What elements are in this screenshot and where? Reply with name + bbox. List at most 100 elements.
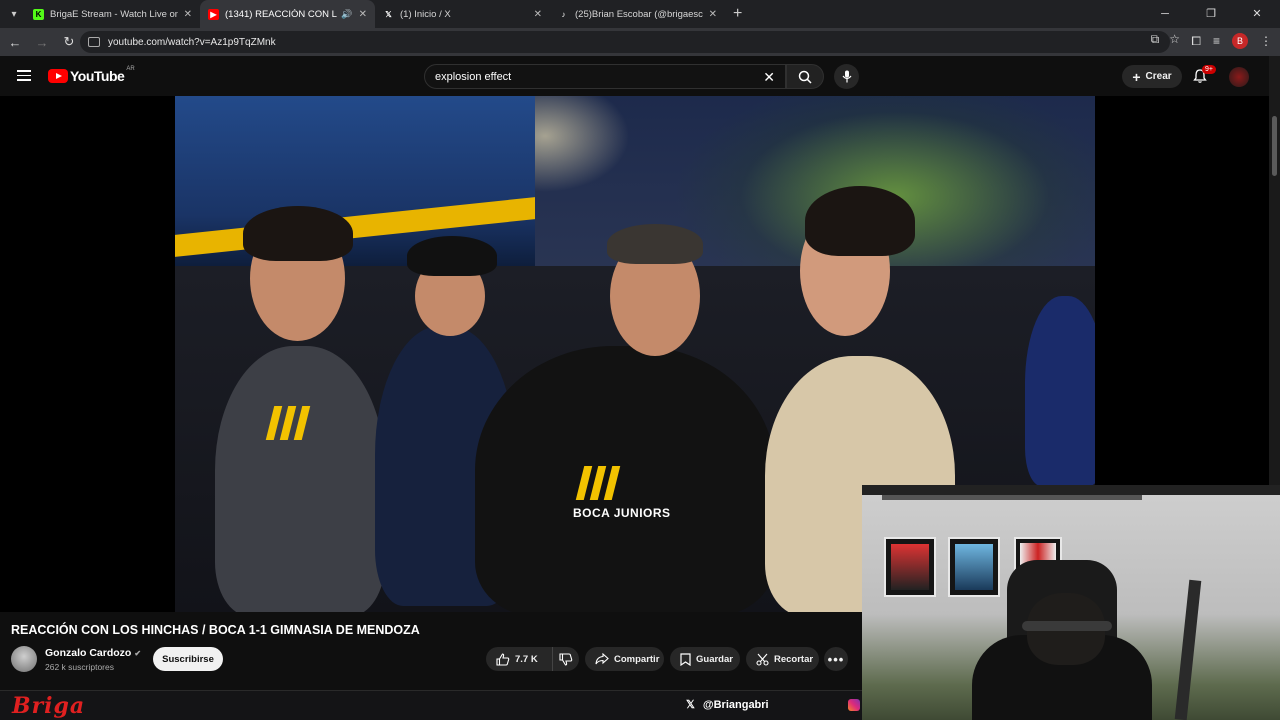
guitar: [1174, 579, 1202, 720]
more-dots-icon: •••: [827, 651, 845, 667]
voice-search-button[interactable]: [834, 64, 859, 89]
webcam-top-edge: [862, 485, 1280, 495]
x-icon: 𝕏: [385, 9, 392, 19]
browser-menu-icon[interactable]: ⋮: [1260, 34, 1272, 48]
x-logo-icon: 𝕏: [686, 699, 695, 711]
close-window-icon[interactable]: ✕: [1234, 0, 1280, 28]
briga-logo: Briga: [12, 693, 86, 719]
shirt-stripes: [575, 466, 621, 500]
wall-poster-1: [884, 537, 936, 597]
search-icon: [798, 70, 812, 84]
tab-title: (1341) REACCIÓN CON LOS: [225, 8, 337, 20]
clear-search-icon[interactable]: ✕: [763, 69, 775, 86]
share-label: Compartir: [614, 653, 660, 665]
save-label: Guardar: [696, 653, 733, 665]
wall-poster-2: [948, 537, 1000, 597]
search-button[interactable]: [786, 64, 824, 89]
webcam-overlay: [862, 485, 1280, 720]
dislike-button[interactable]: [552, 647, 579, 671]
account-avatar[interactable]: [1229, 67, 1249, 87]
plus-icon: +: [1132, 68, 1141, 85]
reload-icon[interactable]: ↻: [57, 34, 81, 50]
person-hair: [243, 206, 353, 261]
thumbs-down-icon: [559, 652, 573, 666]
tab-title: BrigaE Stream - Watch Live on: [50, 8, 178, 20]
address-bar-row: ← → ↻ youtube.com/watch?v=Az1p9TqZMnk ⧉ …: [0, 28, 1280, 56]
like-button[interactable]: 7.7 K: [486, 647, 552, 671]
share-icon: [595, 653, 609, 665]
back-icon[interactable]: ←: [3, 35, 27, 50]
close-tab-icon[interactable]: ✕: [359, 9, 367, 20]
url-text: youtube.com/watch?v=Az1p9TqZMnk: [108, 36, 276, 48]
person-left: [215, 346, 385, 612]
channel-avatar[interactable]: [11, 646, 37, 672]
video-metadata: REACCIÓN CON LOS HINCHAS / BOCA 1-1 GIMN…: [0, 612, 860, 692]
wall-shelf: [882, 495, 1142, 500]
create-button[interactable]: + Crear: [1122, 65, 1182, 88]
tab-x[interactable]: 𝕏 (1) Inicio / X ✕: [375, 0, 550, 28]
person-center: [475, 346, 775, 612]
tab-youtube[interactable]: ▶ (1341) REACCIÓN CON LOS 🔊 ✕: [200, 0, 375, 28]
extension-icons: ⧠ ≡ B ⋮: [1191, 33, 1272, 49]
tab-search-button[interactable]: ▾: [3, 3, 25, 25]
profile-avatar[interactable]: B: [1232, 33, 1248, 49]
window-controls: ─ ❐ ✕: [1142, 0, 1280, 28]
cap: [407, 236, 497, 276]
youtube-logo[interactable]: YouTube AR: [48, 66, 135, 84]
shirt-text: BOCA JUNIORS: [573, 506, 671, 520]
bookmark-icon: [680, 652, 691, 666]
tiktok-icon: ♪: [561, 9, 566, 19]
subscribe-button[interactable]: Suscribirse: [153, 647, 223, 671]
close-tab-icon[interactable]: ✕: [184, 9, 192, 20]
tab-tiktok[interactable]: ♪ (25)Brian Escobar (@brigaesc) | ✕: [550, 0, 725, 28]
youtube-header: YouTube AR explosion effect ✕ + Crear 9+: [0, 56, 1280, 96]
bookmark-star-icon[interactable]: ☆: [1169, 32, 1180, 47]
share-button[interactable]: Compartir: [585, 647, 664, 671]
shirt-stripes: [265, 406, 311, 440]
menu-icon[interactable]: [17, 70, 31, 81]
x-handle-text: @Briangabri: [702, 698, 769, 711]
youtube-play-icon: [48, 69, 68, 83]
channel-name[interactable]: Gonzalo Cardozo ✔: [45, 647, 141, 659]
headphones: [1022, 621, 1112, 631]
extensions-icon[interactable]: ⧠: [1191, 34, 1201, 49]
media-controls-icon[interactable]: ≡: [1213, 34, 1220, 48]
tab-title: (25)Brian Escobar (@brigaesc) |: [575, 8, 703, 20]
restore-icon[interactable]: ❐: [1188, 0, 1234, 28]
thumbs-up-icon: [496, 652, 510, 666]
channel-name-text: Gonzalo Cardozo: [45, 647, 132, 659]
search-query: explosion effect: [435, 70, 512, 83]
search-input[interactable]: explosion effect ✕: [424, 64, 786, 89]
more-actions-button[interactable]: •••: [824, 647, 848, 671]
site-info-icon[interactable]: [88, 37, 100, 47]
tab-kick[interactable]: K BrigaE Stream - Watch Live on ✕: [25, 0, 200, 28]
like-count: 7.7 K: [515, 653, 538, 665]
video-title: REACCIÓN CON LOS HINCHAS / BOCA 1-1 GIMN…: [11, 623, 420, 637]
youtube-logo-text: YouTube: [70, 68, 125, 84]
cast-icon[interactable]: ⧉: [1151, 32, 1160, 47]
url-field[interactable]: youtube.com/watch?v=Az1p9TqZMnk: [80, 31, 1170, 53]
omnibox-actions: ⧉ ☆: [1151, 32, 1180, 47]
person-far-right: [1025, 296, 1095, 486]
scrollbar-thumb[interactable]: [1272, 116, 1277, 176]
new-tab-button[interactable]: +: [733, 5, 742, 23]
scissors-icon: [756, 653, 769, 666]
forward-icon[interactable]: →: [30, 35, 54, 50]
clip-label: Recortar: [774, 653, 814, 665]
tab-title: (1) Inicio / X: [400, 8, 451, 20]
notification-badge: 9+: [1202, 65, 1216, 74]
close-tab-icon[interactable]: ✕: [534, 9, 542, 20]
speaker-icon[interactable]: 🔊: [341, 9, 352, 20]
kick-icon: K: [33, 8, 44, 20]
clip-button[interactable]: Recortar: [746, 647, 819, 671]
person-hair: [805, 186, 915, 256]
subscriber-count: 262 k suscriptores: [45, 662, 114, 672]
save-button[interactable]: Guardar: [670, 647, 740, 671]
microphone-icon: [842, 70, 851, 83]
close-tab-icon[interactable]: ✕: [709, 9, 717, 20]
verified-icon: ✔: [134, 649, 142, 658]
x-handle: 𝕏 @Briangabri: [686, 698, 769, 712]
create-label: Crear: [1145, 71, 1172, 82]
minimize-icon[interactable]: ─: [1142, 0, 1188, 28]
browser-tab-bar: ▾ K BrigaE Stream - Watch Live on ✕ ▶ (1…: [0, 0, 1280, 28]
